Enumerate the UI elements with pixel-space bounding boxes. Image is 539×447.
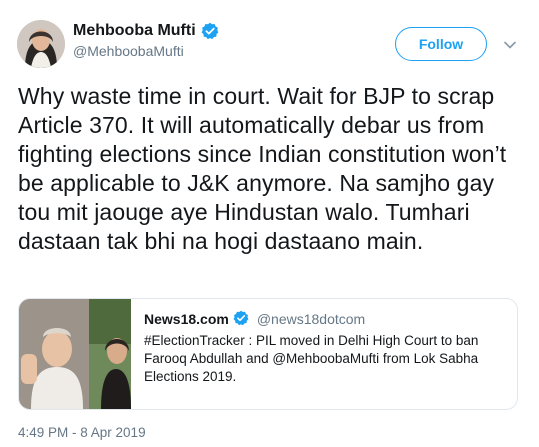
quoted-author-name[interactable]: News18.com <box>144 311 229 327</box>
quoted-tweet-body: News18.com @news18dotcom #ElectionTracke… <box>144 310 504 386</box>
avatar-photo <box>17 20 65 68</box>
author-handle[interactable]: @MehboobaMufti <box>73 43 219 59</box>
follow-button[interactable]: Follow <box>395 27 487 61</box>
verified-badge-icon <box>233 310 251 328</box>
quoted-tweet-text: #ElectionTracker : PIL moved in Delhi Hi… <box>144 333 479 384</box>
quoted-author-handle[interactable]: @news18dotcom <box>257 311 365 327</box>
quoted-tweet-image <box>19 299 131 409</box>
quoted-tweet-card[interactable]: News18.com @news18dotcom #ElectionTracke… <box>18 298 518 410</box>
tweet-text: Why waste time in court. Wait for BJP to… <box>18 83 507 254</box>
author-avatar[interactable] <box>17 20 65 68</box>
author-info: Mehbooba Mufti @MehboobaMufti <box>73 22 219 59</box>
author-display-name[interactable]: Mehbooba Mufti <box>73 22 196 40</box>
tweet-timestamp[interactable]: 4:49 PM - 8 Apr 2019 <box>18 425 146 440</box>
chevron-down-icon[interactable] <box>503 38 517 52</box>
verified-badge-icon <box>201 22 219 40</box>
